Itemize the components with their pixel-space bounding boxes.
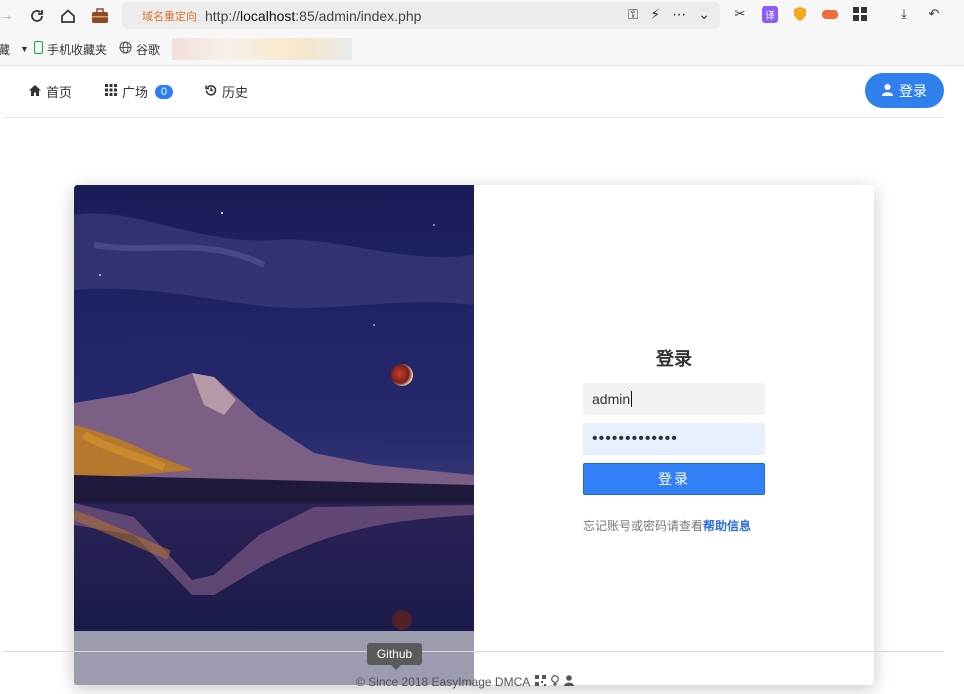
github-tooltip: Github <box>367 643 422 665</box>
nav-plaza[interactable]: 广场 0 <box>105 82 173 101</box>
shield-icon[interactable] <box>790 4 810 24</box>
reload-icon[interactable] <box>25 4 49 28</box>
browser-toolbar: → 域名重定向 http://localhost:85/admin/index.… <box>0 0 964 33</box>
qrcode-icon[interactable] <box>535 675 546 689</box>
address-bar[interactable]: 域名重定向 http://localhost:85/admin/index.ph… <box>122 2 720 29</box>
download-icon[interactable]: ⤓ <box>894 4 914 24</box>
key-icon[interactable]: ⚿ <box>628 6 639 23</box>
grid-icon <box>105 84 117 99</box>
more-icon[interactable]: ⋯ <box>672 6 686 23</box>
mountain-night-image <box>74 185 474 685</box>
bookmark-mobile[interactable]: 手机收藏夹 <box>34 41 107 58</box>
text-caret <box>631 391 632 407</box>
scissors-icon[interactable]: ✂ <box>730 4 750 24</box>
undo-icon[interactable]: ↶ <box>924 4 944 24</box>
redirect-label: 域名重定向 <box>142 8 197 24</box>
gamepad-icon[interactable] <box>820 4 840 24</box>
forward-icon[interactable]: → <box>0 4 18 28</box>
home-icon <box>29 84 41 99</box>
footer-divider <box>4 651 944 652</box>
globe-icon <box>119 41 132 57</box>
site-navbar: 首页 广场 0 历史 登录 <box>0 66 964 118</box>
footer-text: © Since 2018 EasyImage DMCA <box>356 675 574 689</box>
help-text: 忘记账号或密码请查看帮助信息 <box>583 517 783 534</box>
caret-down-icon[interactable]: ▼ <box>20 44 29 54</box>
blurred-bookmarks <box>172 38 352 60</box>
briefcase-icon[interactable] <box>88 4 112 28</box>
bookmark-google[interactable]: 谷歌 <box>119 41 160 58</box>
lightning-icon[interactable]: ⚡ <box>650 6 660 23</box>
url-text[interactable]: http://localhost:85/admin/index.php <box>205 8 421 24</box>
login-button-top[interactable]: 登录 <box>865 73 944 108</box>
bookmarks-bar: 藏 ▼ 手机收藏夹 谷歌 <box>0 33 964 66</box>
login-card: 登录 admin ••••••••••••• 登录 忘记账号或密码请查看帮助信息 <box>74 185 874 685</box>
bookmark-fragment[interactable]: 藏 <box>0 41 10 58</box>
login-submit-button[interactable]: 登录 <box>583 463 765 495</box>
nav-history[interactable]: 历史 <box>205 82 248 101</box>
login-title: 登录 <box>583 345 765 371</box>
translate-icon[interactable]: 译 <box>760 4 780 24</box>
nav-home[interactable]: 首页 <box>29 82 72 101</box>
history-icon <box>205 84 217 99</box>
nav-divider <box>4 117 944 118</box>
lightbulb-icon[interactable] <box>551 675 559 689</box>
apps-grid-icon[interactable] <box>850 4 870 24</box>
password-input[interactable]: ••••••••••••• <box>583 423 765 455</box>
home-icon[interactable] <box>56 4 80 28</box>
user-icon[interactable] <box>564 675 574 689</box>
phone-icon <box>34 41 43 57</box>
username-input[interactable]: admin <box>583 383 765 415</box>
user-icon <box>882 83 893 99</box>
help-link[interactable]: 帮助信息 <box>703 519 751 533</box>
chevron-down-icon[interactable]: ⌄ <box>698 6 710 23</box>
plaza-count-badge: 0 <box>155 85 173 99</box>
